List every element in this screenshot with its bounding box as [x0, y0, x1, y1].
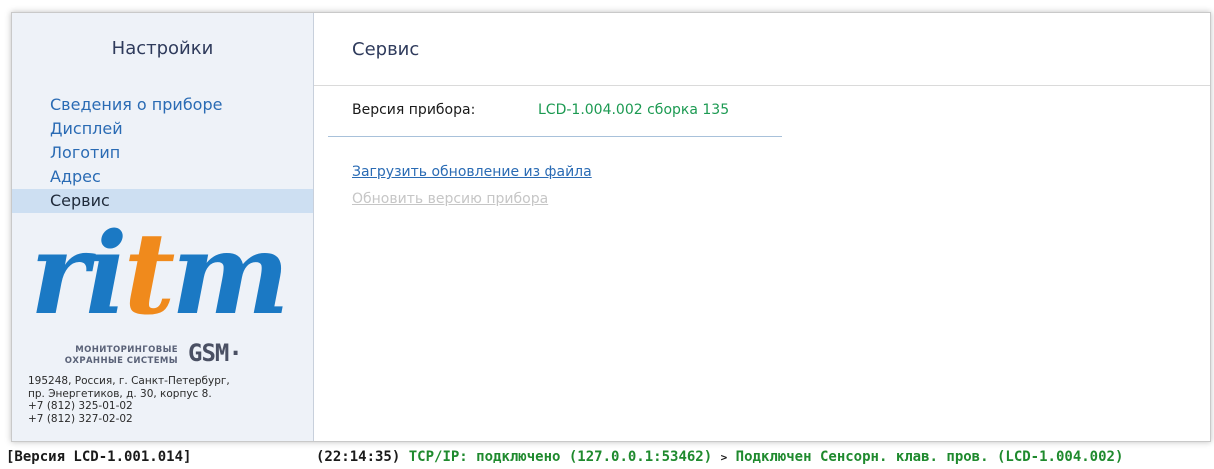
- sidebar-nav: Сведения о приборе Дисплей Логотип Адрес…: [12, 93, 313, 213]
- app-version-status: [Версия LCD-1.001.014]: [6, 449, 192, 465]
- phone-line: +7 (812) 327-02-02: [28, 412, 133, 425]
- status-time: (22:14:35): [316, 449, 401, 465]
- connection-status: (22:14:35) TCP/IP: подключено (127.0.0.1…: [316, 446, 1123, 469]
- tcp-status: TCP/IP: подключено (127.0.0.1:53462): [408, 449, 713, 465]
- content-header: Сервис: [314, 13, 1210, 86]
- sidebar-item-device-info[interactable]: Сведения о приборе: [12, 93, 313, 117]
- logo-wordmark: ritm: [30, 209, 290, 340]
- device-version-row: Версия прибора: LCD-1.004.002 сборка 135: [352, 102, 729, 118]
- sidebar-item-logo[interactable]: Логотип: [12, 141, 313, 165]
- sidebar-title: Настройки: [111, 38, 214, 59]
- update-device-version-link: Обновить версию прибора: [352, 191, 549, 207]
- logo-gsm: GSM·: [188, 339, 243, 367]
- sidebar: Настройки Сведения о приборе Дисплей Лог…: [12, 13, 314, 441]
- sidebar-item-address[interactable]: Адрес: [12, 165, 313, 189]
- address-line: пр. Энергетиков, д. 30, корпус 8.: [28, 387, 212, 400]
- divider: [328, 136, 782, 137]
- page-title: Сервис: [352, 39, 420, 60]
- device-status: Подключен Сенсорн. клав. пров. (LCD-1.00…: [735, 449, 1124, 465]
- phone-line: +7 (812) 325-01-02: [28, 400, 133, 412]
- company-address: 195248, Россия, г. Санкт-Петербург, пр. …: [28, 375, 298, 425]
- logo-subtitle: МОНИТОРИНГОВЫЕ ОХРАННЫЕ СИСТЕМЫ: [64, 345, 178, 366]
- sidebar-item-display[interactable]: Дисплей: [12, 117, 313, 141]
- status-bar: [Версия LCD-1.001.014] (22:14:35) TCP/IP…: [0, 446, 1214, 468]
- status-separator: >: [720, 451, 728, 464]
- app-window: Настройки Сведения о приборе Дисплей Лог…: [11, 12, 1211, 442]
- device-version-value: LCD-1.004.002 сборка 135: [538, 102, 730, 118]
- ritm-logo: ritm МОНИТОРИНГОВЫЕ ОХРАННЫЕ СИСТЕМЫ GSM…: [26, 219, 301, 368]
- device-version-label: Версия прибора:: [352, 102, 476, 118]
- address-line: 195248, Россия, г. Санкт-Петербург,: [28, 375, 230, 387]
- upload-update-link[interactable]: Загрузить обновление из файла: [352, 164, 592, 180]
